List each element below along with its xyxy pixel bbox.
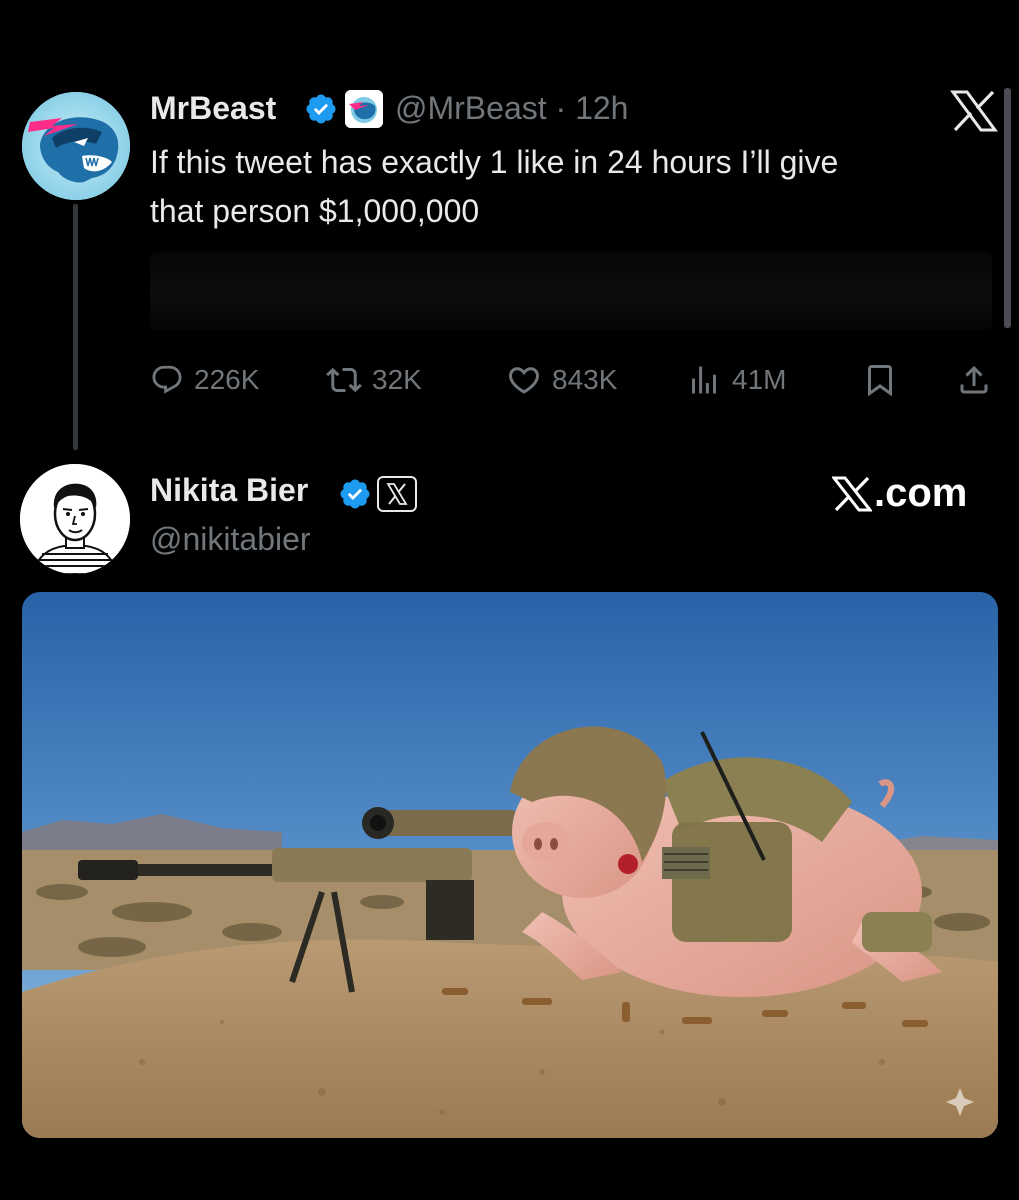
verified-badge-icon bbox=[304, 92, 338, 126]
views-icon bbox=[692, 366, 716, 394]
hidden-media-area bbox=[150, 252, 992, 330]
brand-domain: .com bbox=[874, 471, 968, 515]
verified-badge-icon bbox=[338, 477, 372, 511]
reply-count: 226K bbox=[194, 364, 260, 395]
x-logo-icon bbox=[832, 476, 872, 511]
tweet2-display-name[interactable]: Nikita Bier bbox=[150, 472, 308, 509]
nikita-avatar[interactable] bbox=[20, 464, 130, 574]
mrbeast-avatar[interactable] bbox=[22, 92, 130, 200]
x-affiliate-badge-icon[interactable] bbox=[377, 476, 417, 512]
views-count: 41M bbox=[732, 364, 787, 395]
bookmark-button[interactable] bbox=[862, 360, 898, 400]
tweet1-timestamp[interactable]: 12h bbox=[575, 90, 628, 126]
share-button[interactable] bbox=[956, 360, 992, 400]
heart-icon bbox=[508, 367, 540, 394]
retweet-count: 32K bbox=[372, 364, 422, 395]
retweet-button[interactable]: 32K bbox=[326, 360, 422, 400]
reply-icon bbox=[152, 365, 182, 394]
scrollbar[interactable] bbox=[1004, 88, 1011, 328]
tweet2-image[interactable] bbox=[22, 592, 998, 1138]
like-count: 843K bbox=[552, 364, 618, 395]
bookmark-icon bbox=[868, 365, 892, 397]
reply-button[interactable]: 226K bbox=[150, 360, 259, 400]
retweet-icon bbox=[326, 367, 362, 393]
tweet1-dot-separator: · bbox=[555, 90, 567, 126]
x-logo-icon[interactable] bbox=[950, 90, 998, 132]
x-dot-com-watermark: .com bbox=[832, 471, 967, 516]
share-icon bbox=[960, 365, 988, 394]
thread-connector-line bbox=[73, 204, 78, 450]
tweet1-handle-time: @MrBeast · 12h bbox=[395, 90, 628, 127]
like-button[interactable]: 843K bbox=[506, 360, 617, 400]
tweet2-handle[interactable]: @nikitabier bbox=[150, 521, 311, 558]
tweet1-handle[interactable]: @MrBeast bbox=[395, 90, 547, 126]
tweet1-display-name[interactable]: MrBeast bbox=[150, 90, 276, 127]
affiliate-badge-icon[interactable] bbox=[345, 90, 383, 128]
views-button[interactable]: 41M bbox=[686, 360, 786, 400]
tweet1-text: If this tweet has exactly 1 like in 24 h… bbox=[150, 144, 839, 229]
